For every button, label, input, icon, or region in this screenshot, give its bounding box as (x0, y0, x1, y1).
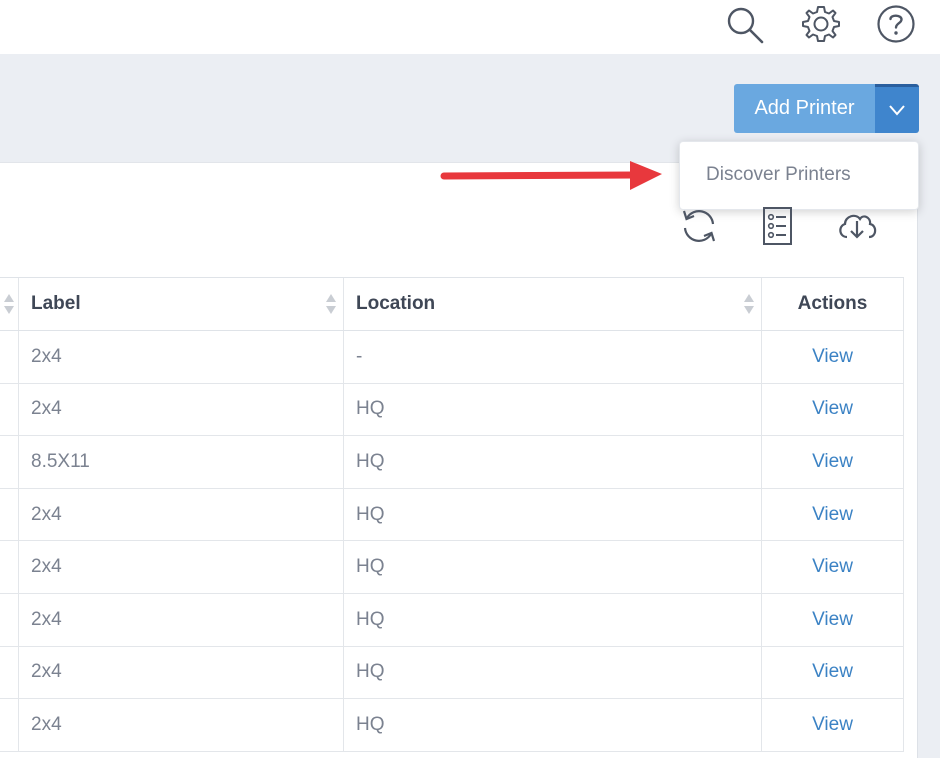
table-row: 2x4 - View (0, 331, 904, 384)
sort-icon[interactable] (743, 292, 755, 316)
table-row: 2x4 HQ View (0, 383, 904, 437)
column-header-actions: Actions (762, 278, 904, 330)
help-icon[interactable] (876, 4, 916, 44)
view-link[interactable]: View (812, 556, 853, 578)
label-cell: 2x4 (19, 541, 344, 593)
cloud-download-icon[interactable] (834, 205, 880, 247)
table-cell (0, 541, 19, 593)
table-cell (0, 436, 19, 488)
view-link[interactable]: View (812, 398, 853, 420)
column-header-truncated[interactable] (0, 278, 19, 330)
view-link[interactable]: View (812, 504, 853, 526)
checklist-icon[interactable] (754, 205, 800, 247)
table-cell (0, 699, 19, 751)
add-printer-dropdown-toggle[interactable] (875, 84, 919, 133)
column-header-label-text: Label (31, 293, 81, 314)
annotation-arrow-icon (440, 161, 662, 190)
label-cell: 2x4 (19, 699, 344, 751)
column-header-location[interactable]: Location (344, 278, 762, 330)
sort-icon[interactable] (325, 292, 337, 316)
location-cell: HQ (344, 593, 762, 646)
view-link[interactable]: View (812, 451, 853, 473)
table-row: 8.5X11 HQ View (0, 436, 904, 489)
table-cell (0, 488, 19, 541)
location-cell: HQ (344, 436, 762, 488)
add-printer-button[interactable]: Add Printer (734, 84, 875, 133)
label-cell: 2x4 (19, 383, 344, 436)
printers-table: Label Location Actions 2x4 - View 2x4 HQ… (0, 277, 904, 752)
refresh-icon[interactable] (676, 205, 722, 247)
label-cell: 2x4 (19, 593, 344, 646)
location-cell: - (344, 331, 762, 383)
table-cell (0, 593, 19, 646)
table-row: 2x4 HQ View (0, 488, 904, 542)
location-cell: HQ (344, 488, 762, 541)
location-cell: HQ (344, 646, 762, 699)
label-cell: 8.5X11 (19, 436, 344, 488)
add-printer-label: Add Printer (754, 97, 855, 119)
label-cell: 2x4 (19, 488, 344, 541)
table-row: 2x4 HQ View (0, 593, 904, 647)
column-header-location-text: Location (356, 293, 436, 314)
view-link[interactable]: View (812, 609, 853, 631)
top-bar (0, 0, 940, 54)
search-icon[interactable] (724, 4, 764, 44)
view-link[interactable]: View (812, 661, 853, 683)
sort-icon[interactable] (3, 292, 15, 316)
column-header-actions-text: Actions (797, 293, 868, 314)
table-row: 2x4 HQ View (0, 541, 904, 594)
location-cell: HQ (344, 541, 762, 593)
label-cell: 2x4 (19, 331, 344, 383)
add-printer-menu: Discover Printers (679, 141, 919, 210)
view-link[interactable]: View (812, 346, 853, 368)
table-row: 2x4 HQ View (0, 646, 904, 700)
table-cell (0, 383, 19, 436)
table-cell (0, 331, 19, 383)
gear-icon[interactable] (801, 4, 841, 44)
location-cell: HQ (344, 699, 762, 751)
menu-item-discover-printers[interactable]: Discover Printers (706, 164, 851, 186)
location-cell: HQ (344, 383, 762, 436)
table-cell (0, 646, 19, 699)
label-cell: 2x4 (19, 646, 344, 699)
table-header-row: Label Location Actions (0, 278, 904, 331)
table-row: 2x4 HQ View (0, 699, 904, 752)
view-link[interactable]: View (812, 714, 853, 736)
chevron-down-icon (889, 105, 905, 116)
column-header-label[interactable]: Label (19, 278, 344, 330)
